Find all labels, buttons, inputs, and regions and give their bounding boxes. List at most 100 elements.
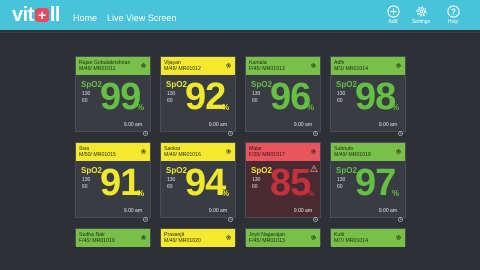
patient-header: Adhi M/1/ MR01014: [331, 57, 405, 75]
logo-text-right: ll: [49, 4, 61, 26]
patient-id: M/49/ MR01018: [334, 152, 371, 158]
spo2-low-limit: 60: [252, 98, 258, 104]
logo-plus-icon: +: [34, 8, 49, 22]
patient-card[interactable]: Subnuto M/49/ MR01018 SpO2 130 60 97% 9.00 am: [330, 142, 406, 222]
card-settings-icon[interactable]: [395, 148, 402, 155]
patient-card[interactable]: Prasanjit M/49/ MR01020: [160, 228, 236, 247]
card-settings-icon[interactable]: [140, 234, 147, 241]
vital-panel: SpO2 130 60 98% 9.00 am: [331, 75, 405, 136]
vital-panel: SpO2 130 60 85% 9.00 am: [246, 159, 320, 222]
add-button[interactable]: Add: [381, 5, 405, 26]
patient-header: Kamala F/45/ MR01013: [246, 57, 320, 75]
settings-label: Settings: [411, 19, 431, 25]
spo2-high-limit: 130: [252, 91, 261, 97]
patient-card[interactable]: Sankar M/49/ MR01016 SpO2 130 60 94% 9.00 am: [160, 142, 236, 222]
help-label: Help: [447, 19, 459, 25]
patient-header: Malar F/35/ MR01017: [246, 143, 320, 161]
patient-header: Kutti M/7/ MR01014: [331, 229, 405, 247]
spo2-unit: %: [392, 103, 400, 112]
card-settings-icon[interactable]: [310, 148, 317, 155]
patient-card[interactable]: Malar F/35/ MR01017 SpO2 130 60 85% 9.00 am: [245, 142, 321, 222]
nav-home[interactable]: Home: [73, 0, 97, 30]
reading-time: 9.00 am: [378, 208, 397, 214]
patient-id: F/45/ MR01013: [249, 238, 285, 244]
patient-card[interactable]: Sudha Nair F/45/ MR01019: [75, 228, 151, 247]
patient-card[interactable]: Adhi M/1/ MR01014 SpO2 130 60 98% 9.00 am: [330, 56, 406, 136]
spo2-high-limit: 130: [252, 177, 261, 183]
card-settings-icon[interactable]: [225, 148, 232, 155]
clock-icon: [398, 123, 403, 136]
vital-panel: SpO2 130 60 97% 9.00 am: [331, 161, 405, 222]
patient-card[interactable]: Vijayan M/49/ MR01012 SpO2 130 60 92% 9.00 am: [160, 56, 236, 136]
spo2-value: 92: [185, 76, 226, 118]
spo2-unit: %: [307, 103, 315, 112]
svg-text:?: ?: [451, 7, 456, 16]
spo2-value: 98: [355, 76, 396, 118]
card-settings-icon[interactable]: [225, 234, 232, 241]
spo2-high-limit: 130: [337, 177, 346, 183]
patient-id: F/35/ MR01017: [249, 152, 285, 158]
patient-id: M/1/ MR01014: [334, 66, 369, 72]
spo2-low-limit: 60: [167, 98, 173, 104]
clock-icon: [398, 209, 403, 222]
spo2-high-limit: 130: [167, 91, 176, 97]
spo2-low-limit: 60: [82, 98, 88, 104]
nav-live-view[interactable]: Live View Screen: [107, 0, 176, 30]
patient-card[interactable]: Joyti Nagarajan F/45/ MR01013: [245, 228, 321, 247]
reading-time: 9.00 am: [123, 122, 142, 128]
card-settings-icon[interactable]: [310, 62, 317, 69]
patient-id: F/45/ MR01013: [249, 66, 285, 72]
patient-id: F/45/ MR01019: [79, 238, 115, 244]
patient-id: M/50/ MR01015: [79, 152, 116, 158]
card-settings-icon[interactable]: [140, 148, 147, 155]
spo2-label: SpO2: [166, 166, 187, 175]
spo2-unit: %: [137, 189, 145, 198]
patient-id: M/49/ MR01016: [164, 152, 201, 158]
spo2-value: 97: [355, 162, 396, 204]
card-settings-icon[interactable]: [225, 62, 232, 69]
patient-id: M/7/ MR01014: [334, 238, 369, 244]
patient-card[interactable]: Siva M/50/ MR01015 SpO2 130 60 91% 9.00 am: [75, 142, 151, 222]
spo2-high-limit: 130: [167, 177, 176, 183]
card-settings-icon[interactable]: [140, 62, 147, 69]
patient-header: Sankar M/49/ MR01016: [161, 143, 235, 161]
patient-header: Subnuto M/49/ MR01018: [331, 143, 405, 161]
patient-header: Joyti Nagarajan F/45/ MR01013: [246, 229, 320, 247]
card-settings-icon[interactable]: [310, 234, 317, 241]
spo2-value: 99: [100, 76, 141, 118]
patient-card[interactable]: Rajan Gobalakrishnan M/49/ MR01011 SpO2 130…: [75, 56, 151, 136]
spo2-unit: %: [392, 189, 400, 198]
spo2-label: SpO2: [336, 166, 357, 175]
reading-time: 9.00 am: [378, 122, 397, 128]
spo2-value: 91: [100, 162, 141, 204]
spo2-value: 85: [270, 162, 311, 204]
help-icon: ?: [446, 5, 460, 18]
spo2-unit: %: [222, 189, 230, 198]
vital-panel: SpO2 130 60 94% 9.00 am: [161, 161, 235, 222]
vital-panel: SpO2 130 60 96% 9.00 am: [246, 75, 320, 136]
patient-id: M/49/ MR01012: [164, 66, 201, 72]
settings-button[interactable]: Settings: [409, 5, 433, 26]
spo2-high-limit: 130: [82, 91, 91, 97]
card-settings-icon[interactable]: [395, 62, 402, 69]
spo2-unit: %: [222, 103, 230, 112]
patient-card[interactable]: Kutti M/7/ MR01014: [330, 228, 406, 247]
spo2-value: 96: [270, 76, 311, 118]
alarm-warning-icon: [310, 159, 318, 172]
clock-icon: [228, 123, 233, 136]
patient-header: Sudha Nair F/45/ MR01019: [76, 229, 150, 247]
app-logo[interactable]: vit + ll: [12, 4, 60, 26]
patient-card[interactable]: Kamala F/45/ MR01013 SpO2 130 60 96% 9.00 am: [245, 56, 321, 136]
spo2-label: SpO2: [81, 80, 102, 89]
spo2-low-limit: 60: [167, 184, 173, 190]
clock-icon: [313, 123, 318, 136]
card-settings-icon[interactable]: [395, 234, 402, 241]
patient-header: Rajan Gobalakrishnan M/49/ MR01011: [76, 57, 150, 75]
help-button[interactable]: ? Help: [441, 5, 465, 26]
spo2-unit: %: [307, 189, 315, 198]
spo2-label: SpO2: [81, 166, 102, 175]
patient-id: M/49/ MR01011: [79, 66, 116, 72]
clock-icon: [228, 209, 233, 222]
patient-id: M/49/ MR01020: [164, 238, 201, 244]
spo2-high-limit: 130: [337, 91, 346, 97]
